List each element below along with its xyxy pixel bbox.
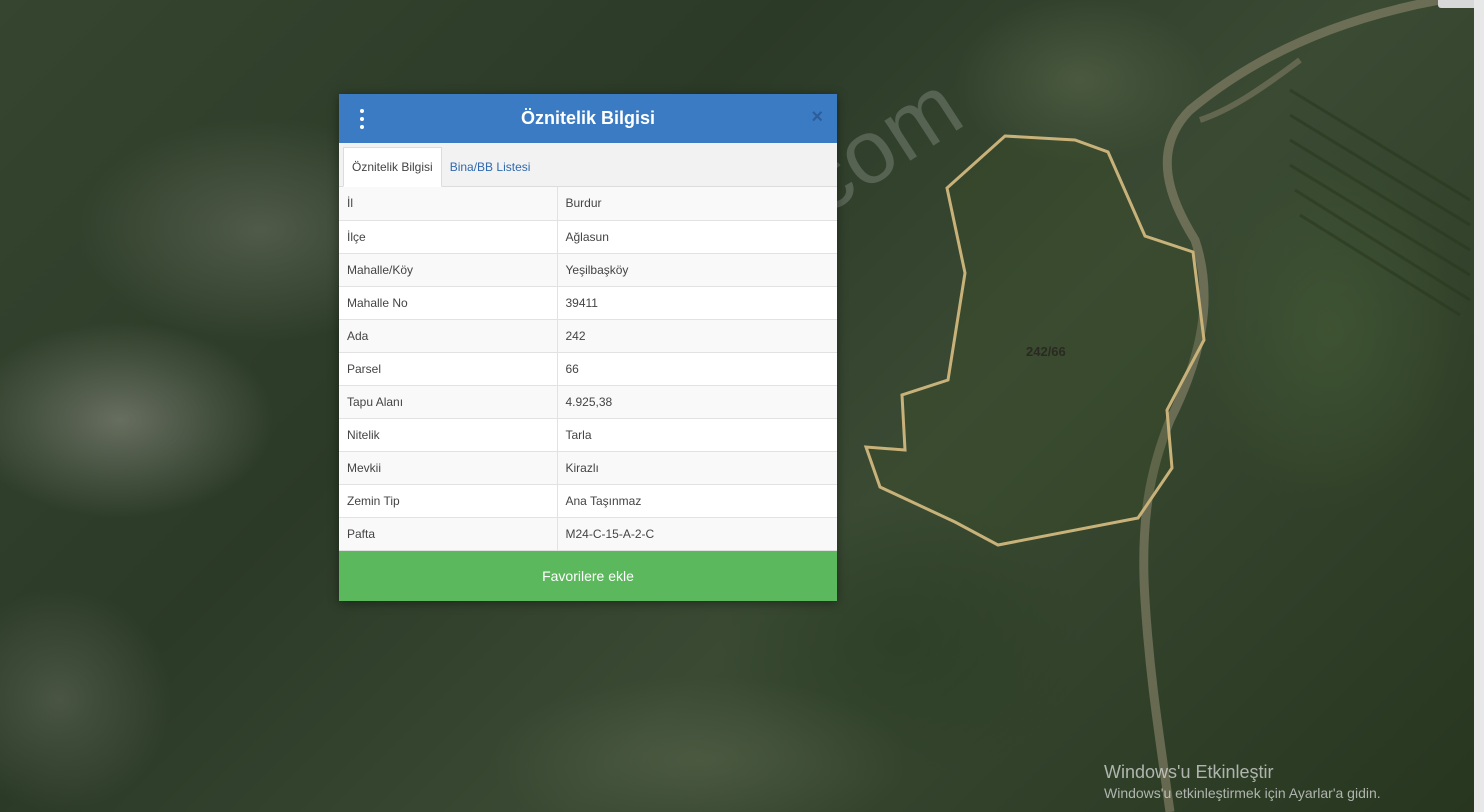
row-value: Burdur bbox=[557, 187, 837, 221]
row-value: 242 bbox=[557, 319, 837, 353]
vertical-scrollbar[interactable] bbox=[1474, 0, 1484, 812]
dirt-road bbox=[1139, 0, 1441, 812]
table-row: İl Burdur bbox=[339, 187, 837, 221]
dialog-tabs: Öznitelik Bilgisi Bina/BB Listesi bbox=[339, 143, 837, 187]
orchard-rows bbox=[1289, 88, 1471, 317]
table-row: Tapu Alanı 4.925,38 bbox=[339, 385, 837, 419]
row-key: Mahalle No bbox=[339, 286, 558, 320]
row-value: Ağlasun bbox=[557, 220, 837, 254]
table-row: Nitelik Tarla bbox=[339, 418, 837, 452]
windows-activation-title: Windows'u Etkinleştir bbox=[1104, 762, 1274, 782]
map-corner-control[interactable] bbox=[1438, 0, 1478, 8]
row-key: Ada bbox=[339, 319, 558, 353]
windows-activation-subtitle: Windows'u etkinleştirmek için Ayarlar'a … bbox=[1104, 785, 1381, 801]
row-key: Zemin Tip bbox=[339, 484, 558, 518]
row-value: Yeşilbaşköy bbox=[557, 253, 837, 287]
add-to-favorites-button[interactable]: Favorilere ekle bbox=[339, 550, 837, 601]
table-row: Zemin Tip Ana Taşınmaz bbox=[339, 484, 837, 518]
tab-attribute-info[interactable]: Öznitelik Bilgisi bbox=[343, 147, 442, 187]
row-key: Tapu Alanı bbox=[339, 385, 558, 419]
table-row: Pafta M24-C-15-A-2-C bbox=[339, 517, 837, 551]
table-row: Mahalle/Köy Yeşilbaşköy bbox=[339, 253, 837, 287]
dialog-title: Öznitelik Bilgisi bbox=[520, 108, 656, 128]
row-key: Nitelik bbox=[339, 418, 558, 452]
table-row: Parsel 66 bbox=[339, 352, 837, 386]
row-value: 39411 bbox=[557, 286, 837, 320]
row-value: Tarla bbox=[557, 418, 837, 452]
close-icon[interactable]: × bbox=[811, 107, 823, 127]
row-value: Kirazlı bbox=[557, 451, 837, 485]
attribute-table: İl Burdur İlçe Ağlasun Mahalle/Köy Yeşilbaş… bbox=[339, 187, 837, 551]
row-key: Parsel bbox=[339, 352, 558, 386]
row-value: Ana Taşınmaz bbox=[557, 484, 837, 518]
attribute-info-dialog: Öznitelik Bilgisi × Öznitelik Bilgisi Bi… bbox=[339, 94, 837, 601]
row-value: 4.925,38 bbox=[557, 385, 837, 419]
table-row: Mevkii Kirazlı bbox=[339, 451, 837, 485]
tab-building-list[interactable]: Bina/BB Listesi bbox=[442, 148, 539, 186]
row-key: Mevkii bbox=[339, 451, 558, 485]
row-value: 66 bbox=[557, 352, 837, 386]
kebab-menu-icon[interactable] bbox=[355, 109, 369, 129]
row-key: Pafta bbox=[339, 517, 558, 551]
dialog-header: Öznitelik Bilgisi × bbox=[339, 94, 837, 143]
table-row: Mahalle No 39411 bbox=[339, 286, 837, 320]
row-key: İlçe bbox=[339, 220, 558, 254]
row-key: Mahalle/Köy bbox=[339, 253, 558, 287]
windows-activation-notice: Windows'u Etkinleştir Windows'u etkinleş… bbox=[1104, 762, 1381, 801]
parcel-outline[interactable] bbox=[863, 134, 1206, 547]
parcel-label: 242/66 bbox=[1026, 344, 1066, 359]
table-row: Ada 242 bbox=[339, 319, 837, 353]
row-value: M24-C-15-A-2-C bbox=[557, 517, 837, 551]
row-key: İl bbox=[339, 187, 558, 221]
table-row: İlçe Ağlasun bbox=[339, 220, 837, 254]
